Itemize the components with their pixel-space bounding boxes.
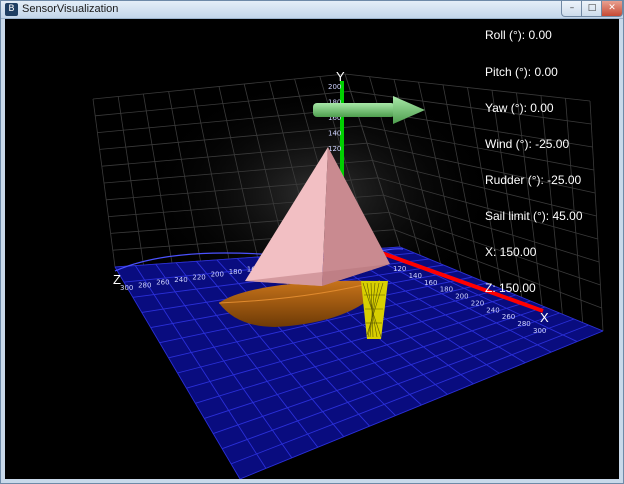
- y-tick-label: 200: [328, 83, 341, 91]
- z-tick-label: 260: [156, 279, 169, 287]
- z-tick-label: 280: [138, 281, 151, 289]
- y-axis-label: Y: [336, 69, 345, 84]
- x-tick-label: 180: [440, 286, 453, 294]
- title-bar[interactable]: B SensorVisualization – □ ✕: [1, 1, 623, 19]
- z-tick-label: 240: [174, 276, 187, 284]
- z-tick-label: 180: [229, 268, 242, 276]
- wind-readout: Wind (°): -25.00: [485, 137, 570, 151]
- z-tick-label: 300: [120, 284, 133, 292]
- window-title: SensorVisualization: [22, 3, 119, 15]
- yaw-readout: Yaw (°): 0.00: [485, 101, 554, 115]
- rudder-readout: Rudder (°): -25.00: [485, 173, 582, 187]
- application-window: B SensorVisualization – □ ✕ Y X Z 200 18…: [0, 0, 624, 484]
- pitch-readout: Pitch (°): 0.00: [485, 65, 558, 79]
- x-tick-label: 240: [486, 306, 499, 314]
- x-tick-label: 260: [502, 313, 515, 321]
- minimize-button[interactable]: –: [561, 1, 583, 17]
- x-tick-label: 120: [393, 265, 406, 273]
- z-tick-label: 220: [192, 273, 205, 281]
- x-axis-label: X: [540, 310, 549, 325]
- x-position-readout: X: 150.00: [485, 245, 537, 259]
- sail-limit-readout: Sail limit (°): 45.00: [485, 209, 583, 223]
- close-button[interactable]: ✕: [601, 1, 623, 17]
- 3d-viewport[interactable]: Y X Z 200 180 160 140 120 120 140 160 180 200 220…: [5, 19, 619, 479]
- app-icon: B: [5, 3, 18, 16]
- x-tick-label: 140: [409, 272, 422, 280]
- z-position-readout: Z: 150.00: [485, 281, 536, 295]
- x-tick-label: 300: [533, 327, 546, 335]
- x-tick-label: 200: [455, 293, 468, 301]
- x-tick-label: 160: [424, 279, 437, 287]
- maximize-button[interactable]: □: [581, 1, 603, 17]
- z-tick-label: 200: [211, 271, 224, 279]
- x-tick-label: 220: [471, 299, 484, 307]
- roll-readout: Roll (°): 0.00: [485, 28, 552, 42]
- y-tick-label: 140: [328, 130, 341, 138]
- x-tick-label: 280: [517, 320, 530, 328]
